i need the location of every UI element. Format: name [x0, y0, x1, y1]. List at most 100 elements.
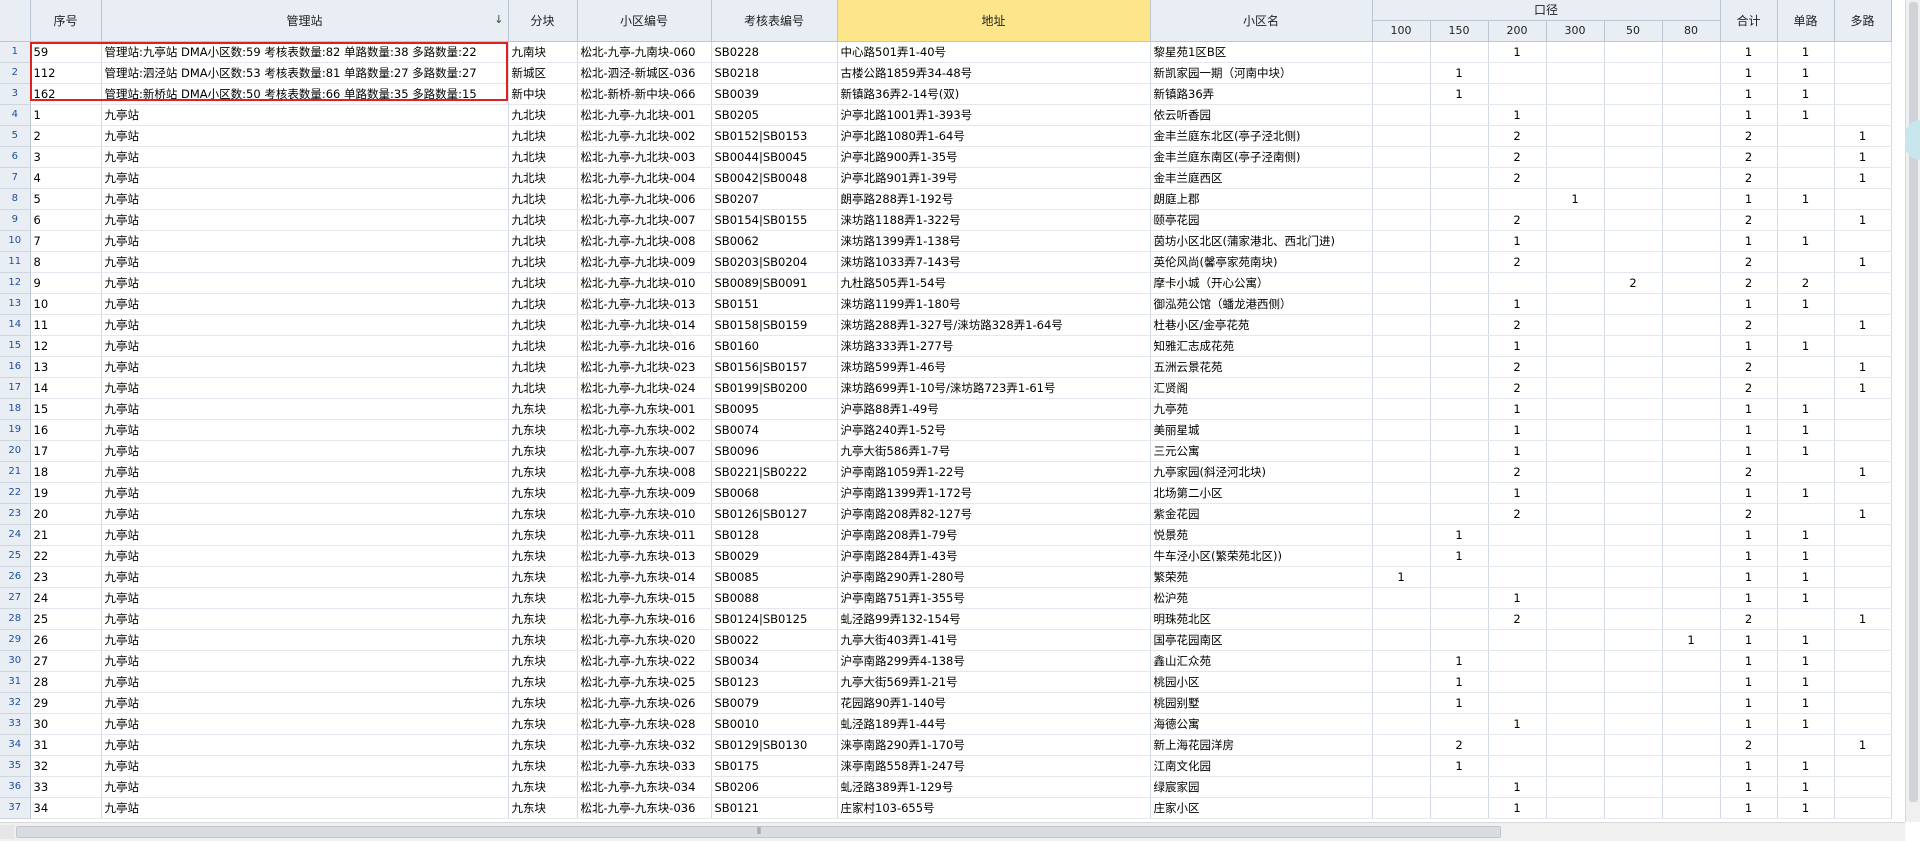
table-row[interactable]: 6 3 九亭站 九北块 松北-九亭-九北块-003 SB0044|SB0045 沪亭北路90…	[0, 146, 1892, 168]
cell-station[interactable]: 九亭站	[101, 566, 509, 588]
cell-d300[interactable]	[1546, 335, 1605, 357]
cell-meter[interactable]: SB0207	[711, 188, 838, 210]
cell-multi[interactable]	[1834, 650, 1892, 672]
cell-block[interactable]: 九东块	[508, 608, 578, 630]
cell-single[interactable]: 1	[1777, 692, 1835, 714]
cell-block[interactable]: 九北块	[508, 125, 578, 147]
cell-d80[interactable]	[1662, 461, 1721, 483]
cell-multi[interactable]	[1834, 671, 1892, 693]
row-number[interactable]: 8	[0, 188, 31, 210]
cell-station[interactable]: 九亭站	[101, 755, 509, 777]
cell-single[interactable]: 1	[1777, 440, 1835, 462]
cell-addr[interactable]: 涞坊路333弄1-277号	[837, 335, 1151, 357]
cell-single[interactable]	[1777, 734, 1835, 756]
cell-multi[interactable]	[1834, 566, 1892, 588]
cell-d50[interactable]	[1604, 797, 1663, 819]
cell-d300[interactable]	[1546, 797, 1605, 819]
cell-total[interactable]: 1	[1720, 587, 1778, 609]
cell-seq[interactable]: 14	[30, 377, 102, 399]
cell-d80[interactable]	[1662, 398, 1721, 420]
cell-block[interactable]: 新城区	[508, 62, 578, 84]
cell-d150[interactable]	[1430, 566, 1489, 588]
cell-station[interactable]: 九亭站	[101, 230, 509, 252]
cell-d50[interactable]	[1604, 293, 1663, 315]
row-number[interactable]: 32	[0, 692, 31, 714]
table-row[interactable]: 25 22 九亭站 九东块 松北-九亭-九东块-013 SB0029 沪亭南路284弄1-4…	[0, 545, 1892, 567]
cell-name[interactable]: 茵坊小区北区(蒲家港北、西北门进)	[1150, 230, 1373, 252]
cell-code[interactable]: 松北-泗泾-新城区-036	[577, 62, 712, 84]
cell-name[interactable]: 朗庭上郡	[1150, 188, 1373, 210]
cell-addr[interactable]: 涞坊路1188弄1-322号	[837, 209, 1151, 231]
cell-single[interactable]: 1	[1777, 398, 1835, 420]
cell-addr[interactable]: 涞坊路599弄1-46号	[837, 356, 1151, 378]
cell-d50[interactable]	[1604, 209, 1663, 231]
table-row[interactable]: 13 10 九亭站 九北块 松北-九亭-九北块-013 SB0151 涞坊路1199弄1-1…	[0, 293, 1892, 315]
cell-single[interactable]	[1777, 608, 1835, 630]
cell-single[interactable]	[1777, 167, 1835, 189]
cell-meter[interactable]: SB0152|SB0153	[711, 125, 838, 147]
cell-station[interactable]: 九亭站	[101, 314, 509, 336]
cell-seq[interactable]: 16	[30, 419, 102, 441]
cell-d50[interactable]	[1604, 188, 1663, 210]
cell-code[interactable]: 松北-九亭-九北块-023	[577, 356, 712, 378]
cell-seq[interactable]: 30	[30, 713, 102, 735]
cell-d300[interactable]	[1546, 713, 1605, 735]
cell-d50[interactable]	[1604, 545, 1663, 567]
cell-total[interactable]: 1	[1720, 776, 1778, 798]
cell-meter[interactable]: SB0126|SB0127	[711, 503, 838, 525]
cell-d300[interactable]	[1546, 776, 1605, 798]
row-number[interactable]: 9	[0, 209, 31, 231]
cell-d50[interactable]	[1604, 377, 1663, 399]
table-row[interactable]: 14 11 九亭站 九北块 松北-九亭-九北块-014 SB0158|SB0159 涞坊路2…	[0, 314, 1892, 336]
cell-d200[interactable]	[1488, 629, 1547, 651]
cell-d80[interactable]: 1	[1662, 629, 1721, 651]
cell-multi[interactable]: 1	[1834, 314, 1892, 336]
cell-d100[interactable]	[1372, 125, 1431, 147]
cell-d100[interactable]	[1372, 524, 1431, 546]
cell-d200[interactable]: 1	[1488, 776, 1547, 798]
cell-d50[interactable]	[1604, 713, 1663, 735]
cell-name[interactable]: 绿宸家园	[1150, 776, 1373, 798]
cell-d50[interactable]	[1604, 146, 1663, 168]
cell-seq[interactable]: 2	[30, 125, 102, 147]
cell-single[interactable]: 2	[1777, 272, 1835, 294]
cell-d80[interactable]	[1662, 293, 1721, 315]
cell-d300[interactable]	[1546, 104, 1605, 126]
cell-d50[interactable]	[1604, 251, 1663, 273]
cell-multi[interactable]: 1	[1834, 377, 1892, 399]
cell-block[interactable]: 九东块	[508, 419, 578, 441]
cell-d100[interactable]	[1372, 230, 1431, 252]
cell-d100[interactable]	[1372, 188, 1431, 210]
cell-seq[interactable]: 27	[30, 650, 102, 672]
cell-multi[interactable]: 1	[1834, 608, 1892, 630]
cell-name[interactable]: 依云听香园	[1150, 104, 1373, 126]
table-row[interactable]: 5 2 九亭站 九北块 松北-九亭-九北块-002 SB0152|SB0153 沪亭北路10…	[0, 125, 1892, 147]
cell-d200[interactable]: 2	[1488, 251, 1547, 273]
cell-code[interactable]: 松北-九亭-九北块-009	[577, 251, 712, 273]
cell-meter[interactable]: SB0096	[711, 440, 838, 462]
cell-d150[interactable]	[1430, 419, 1489, 441]
cell-total[interactable]: 1	[1720, 629, 1778, 651]
column-header-meter-code[interactable]: 考核表编号	[711, 0, 838, 42]
cell-code[interactable]: 松北-九亭-九北块-008	[577, 230, 712, 252]
row-number[interactable]: 28	[0, 608, 31, 630]
cell-multi[interactable]	[1834, 776, 1892, 798]
cell-meter[interactable]: SB0034	[711, 650, 838, 672]
cell-d150[interactable]	[1430, 272, 1489, 294]
cell-multi[interactable]: 1	[1834, 251, 1892, 273]
cell-name[interactable]: 五洲云景花苑	[1150, 356, 1373, 378]
cell-total[interactable]: 2	[1720, 272, 1778, 294]
cell-d150[interactable]	[1430, 230, 1489, 252]
cell-d200[interactable]: 2	[1488, 209, 1547, 231]
cell-d80[interactable]	[1662, 608, 1721, 630]
table-row[interactable]: 20 17 九亭站 九东块 松北-九亭-九东块-007 SB0096 九亭大街586弄1-7…	[0, 440, 1892, 462]
cell-meter[interactable]: SB0079	[711, 692, 838, 714]
cell-seq[interactable]: 11	[30, 314, 102, 336]
cell-single[interactable]: 1	[1777, 62, 1835, 84]
cell-addr[interactable]: 虬泾路189弄1-44号	[837, 713, 1151, 735]
row-number[interactable]: 35	[0, 755, 31, 777]
cell-addr[interactable]: 涞坊路1199弄1-180号	[837, 293, 1151, 315]
cell-d50[interactable]	[1604, 356, 1663, 378]
cell-d80[interactable]	[1662, 335, 1721, 357]
cell-seq[interactable]: 29	[30, 692, 102, 714]
